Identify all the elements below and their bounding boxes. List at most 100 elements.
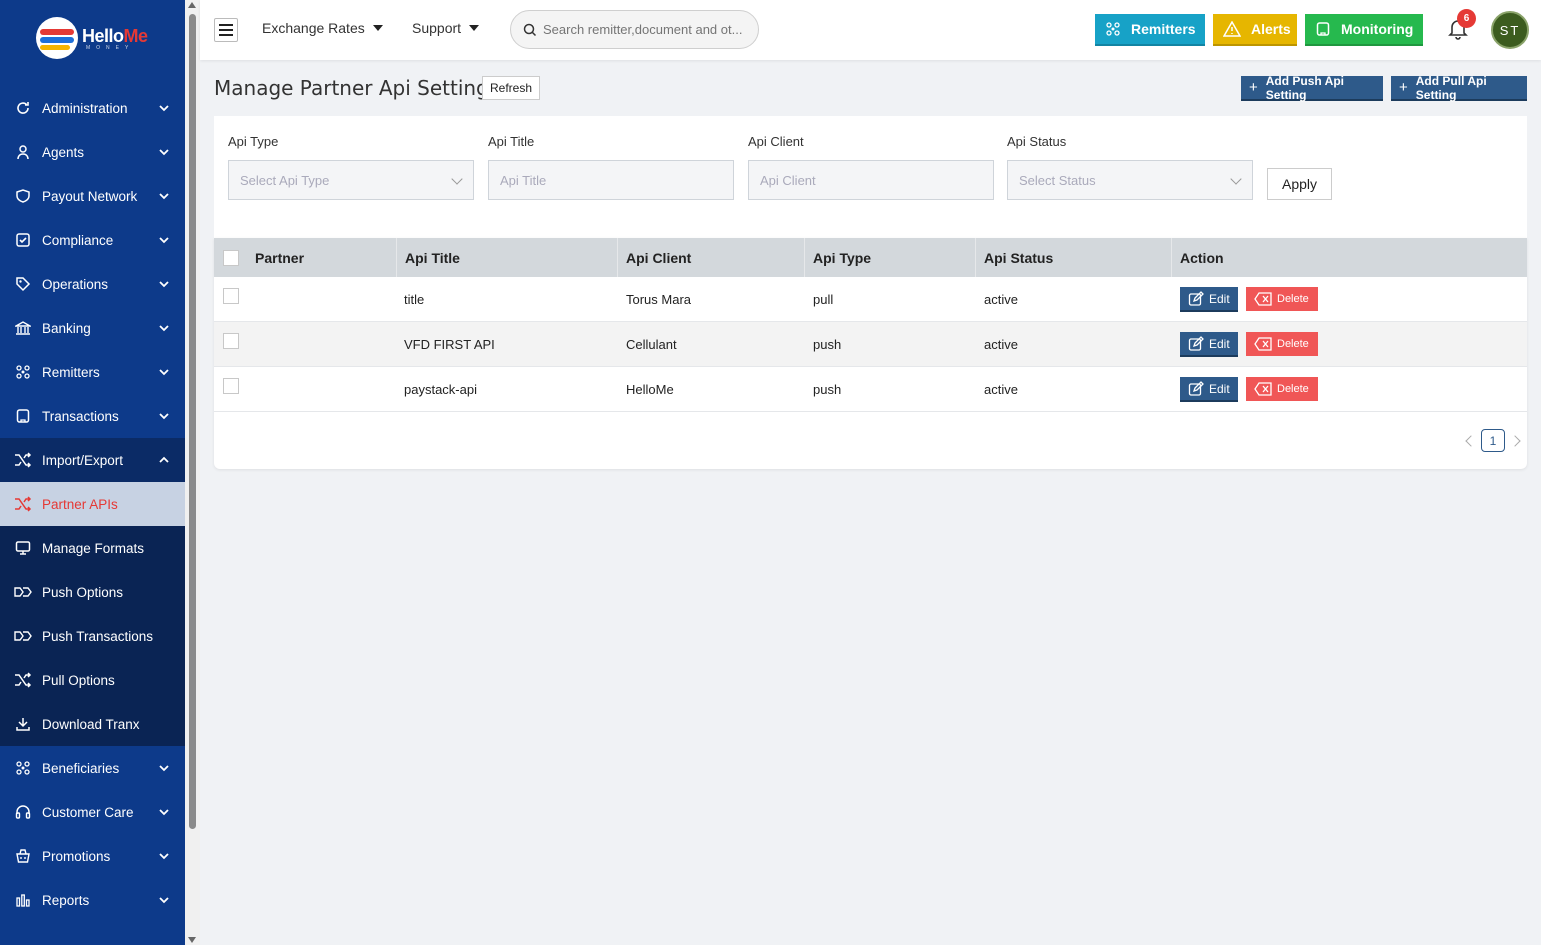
plus-icon: + [1249,79,1258,96]
scroll-up-icon[interactable] [188,2,196,8]
brand-logo[interactable]: HelloMe MONEY [0,0,185,76]
chevron-down-icon [159,193,169,200]
sidebar-item-label: Manage Formats [42,540,145,556]
network-icon [1105,21,1121,37]
sidebar-item-label: Partner APIs [42,496,118,512]
sidebar-item-compliance[interactable]: Compliance [0,218,185,262]
add-push-api-setting-button[interactable]: + Add Push Api Setting [1241,74,1383,102]
chevron-down-icon [159,853,169,860]
table-row[interactable]: VFD FIRST API Cellulant push active Edit… [214,322,1527,367]
headset-icon [14,803,32,821]
chevron-down-icon [159,765,169,772]
sidebar-item-manage-formats[interactable]: Manage Formats [0,526,185,570]
cell-api-type: pull [813,292,834,307]
header-api-client[interactable]: Api Client [617,238,804,277]
sidebar-item-label: Push Options [42,584,124,600]
cell-api-status: active [984,292,1018,307]
brand-tagline: MONEY [86,44,135,51]
sidebar-item-import-export[interactable]: Import/Export [0,438,185,482]
scroll-down-icon[interactable] [188,937,196,943]
remitters-button[interactable]: Remitters [1095,14,1205,46]
edit-button[interactable]: Edit [1180,287,1238,312]
api-client-label: Api Client [748,134,804,149]
sidebar-item-operations[interactable]: Operations [0,262,185,306]
next-page-icon[interactable] [1509,434,1521,447]
global-search[interactable] [510,10,759,49]
api-status-select[interactable]: Select Status [1007,160,1253,200]
scrollbar-thumb[interactable] [189,14,196,829]
header-api-status[interactable]: Api Status [975,238,1171,277]
receipt-icon [14,407,32,425]
delete-icon [1254,337,1272,351]
sidebar-item-agents[interactable]: Agents [0,130,185,174]
sidebar-item-push-options[interactable]: Push Options [0,570,185,614]
api-type-placeholder: Select Api Type [240,172,330,188]
table-header: Partner Api Title Api Client Api Type Ap… [214,238,1527,277]
sidebar-item-pull-options[interactable]: Pull Options [0,658,185,702]
edit-label: Edit [1209,336,1230,351]
search-input[interactable] [543,22,753,37]
push-icon [14,583,32,601]
alerts-button[interactable]: Alerts [1213,14,1297,46]
support-menu[interactable]: Support [412,20,480,36]
row-checkbox[interactable] [223,333,239,349]
table-row[interactable]: title Torus Mara pull active Edit Delete [214,277,1527,322]
exchange-rates-menu[interactable]: Exchange Rates [262,20,383,36]
warning-icon [1223,21,1241,37]
api-title-input[interactable]: Api Title [488,160,734,200]
shuffle-icon [14,451,32,469]
sidebar-item-remitters[interactable]: Remitters [0,350,185,394]
cell-api-status: active [984,337,1018,352]
user-avatar[interactable]: ST [1491,11,1529,49]
sidebar-item-label: Payout Network [42,188,138,204]
sidebar-item-administration[interactable]: Administration [0,86,185,130]
edit-button[interactable]: Edit [1180,332,1238,357]
sidebar-item-banking[interactable]: Banking [0,306,185,350]
sidebar-item-label: Customer Care [42,804,134,820]
sidebar-item-label: Promotions [42,848,111,864]
menu-toggle-icon[interactable] [214,18,238,42]
sidebar-item-transactions[interactable]: Transactions [0,394,185,438]
delete-label: Delete [1277,338,1309,350]
table-row[interactable]: paystack-api HelloMe push active Edit De… [214,367,1527,412]
page-title: Manage Partner Api Settings [214,76,500,100]
page-number-button[interactable]: 1 [1481,429,1505,452]
sidebar-item-push-transactions[interactable]: Push Transactions [0,614,185,658]
sidebar-item-payout-network[interactable]: Payout Network [0,174,185,218]
sidebar-item-beneficiaries[interactable]: Beneficiaries [0,746,185,790]
sidebar-item-download-tranx[interactable]: Download Tranx [0,702,185,746]
previous-page-icon[interactable] [1465,434,1477,447]
edit-button[interactable]: Edit [1180,377,1238,402]
chevron-down-icon [159,105,169,112]
sidebar-item-label: Push Transactions [42,628,154,644]
header-api-type[interactable]: Api Type [804,238,975,277]
row-checkbox[interactable] [223,378,239,394]
sidebar-item-reports[interactable]: Reports [0,878,185,922]
apply-button[interactable]: Apply [1267,168,1332,200]
api-client-input[interactable]: Api Client [748,160,994,200]
api-type-select[interactable]: Select Api Type [228,160,474,200]
refresh-button[interactable]: Refresh [482,76,541,100]
chevron-down-icon [159,369,169,376]
sidebar-item-customer-care[interactable]: Customer Care [0,790,185,834]
chevron-down-icon [159,237,169,244]
chevron-down-icon [1230,173,1242,185]
row-checkbox[interactable] [223,288,239,304]
sidebar-item-partner-apis[interactable]: Partner APIs [0,482,185,526]
monitoring-button[interactable]: Monitoring [1305,14,1423,46]
add-pull-api-setting-button[interactable]: + Add Pull Api Setting [1391,74,1527,102]
header-api-title[interactable]: Api Title [396,238,617,277]
sidebar-item-promotions[interactable]: Promotions [0,834,185,878]
sidebar-item-label: Operations [42,276,109,292]
header-partner[interactable]: Partner [247,238,397,277]
chevron-down-icon [159,281,169,288]
filter-panel: Api Type Select Api Type Api Title Api T… [214,116,1527,238]
delete-button[interactable]: Delete [1246,377,1318,401]
user-icon [14,143,32,161]
api-title-label: Api Title [488,134,535,149]
delete-button[interactable]: Delete [1246,287,1318,311]
sidebar-scrollbar[interactable] [185,0,200,945]
delete-icon [1254,292,1272,306]
delete-button[interactable]: Delete [1246,332,1318,356]
select-all-checkbox[interactable] [223,250,239,266]
